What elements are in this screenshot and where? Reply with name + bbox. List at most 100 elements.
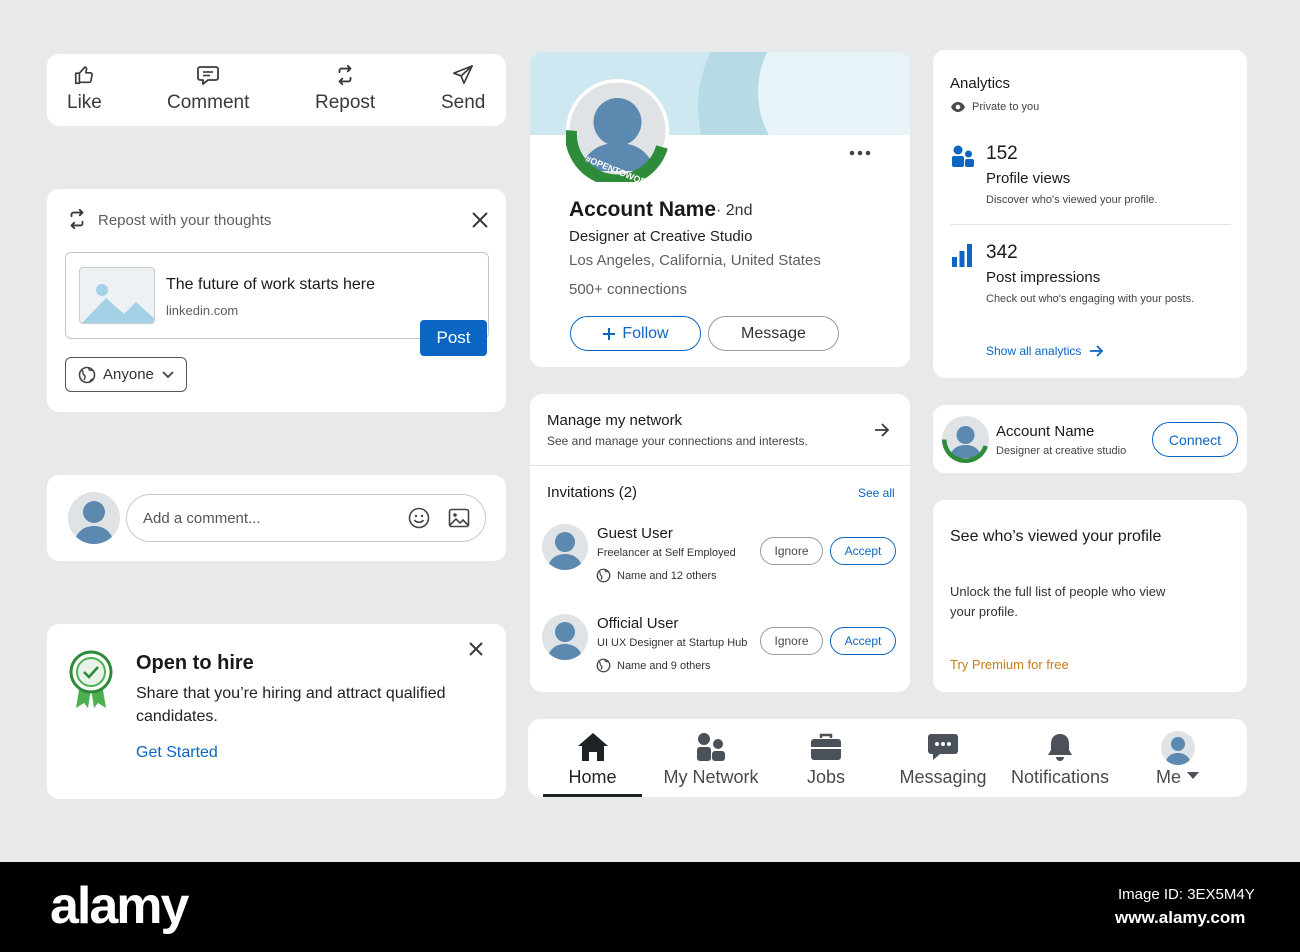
metric-desc: Discover who's viewed your profile. [986,194,1158,206]
emoji-icon[interactable] [408,507,430,529]
my-network-icon [697,733,725,761]
manage-network-row[interactable]: Manage my network See and manage your co… [530,394,910,466]
profile-headline: Designer at Creative Studio [569,228,753,245]
suggestion-name[interactable]: Account Name [996,423,1094,440]
repost-action[interactable]: Repost [315,64,375,114]
nav-me[interactable]: Me [1143,731,1213,788]
profile-name: Account Name [569,198,717,221]
send-action[interactable]: Send [441,64,485,114]
accept-label: Accept [844,634,882,648]
metric-value: 342 [986,242,1018,263]
nav-notifications-label: Notifications [1010,767,1110,787]
image-icon[interactable] [448,507,470,529]
nav-my-network[interactable]: My Network [661,731,761,788]
divider [950,224,1231,225]
chevron-down-icon [162,370,174,378]
profile-photo[interactable]: #OPENTOWORK [566,79,669,182]
invitation-headline: UI UX Designer at Startup Hub [597,637,748,649]
comment-card: Add a comment... [47,475,506,561]
avatar [68,492,120,544]
see-all-link[interactable]: See all [858,486,895,500]
bar-chart-icon [952,244,972,267]
repost-header: Repost with your thoughts [98,212,272,229]
profile-location: Los Angeles, California, United States [569,252,821,269]
arrow-right-icon [1090,345,1104,357]
message-label: Message [741,324,806,342]
post-button[interactable]: Post [420,320,487,356]
comment-input[interactable]: Add a comment... [126,494,486,542]
like-label: Like [67,92,102,113]
metric-desc: Check out who's engaging with your posts… [986,293,1195,305]
network-card: Manage my network See and manage your co… [530,394,910,692]
show-all-analytics-label: Show all analytics [986,344,1082,358]
connect-button[interactable]: Connect [1152,422,1238,457]
analytics-card: Analytics Private to you 152 Profile vie… [933,50,1247,378]
hire-body: Share that you’re hiring and attract qua… [136,685,446,725]
profile-card: #OPENTOWORK Account Name · 2nd Designer … [530,52,910,367]
comment-label: Comment [167,92,250,113]
accept-label: Accept [844,544,882,558]
nav-home[interactable]: Home [543,731,642,788]
hire-title: Open to hire [136,652,254,674]
try-premium-link[interactable]: Try Premium for free [950,657,1069,672]
avatar[interactable] [942,416,989,463]
nav-jobs-label: Jobs [806,767,846,787]
ignore-button[interactable]: Ignore [760,627,823,655]
invitations-heading: Invitations (2) [547,484,638,501]
nav-messaging[interactable]: Messaging [893,731,993,788]
footer-bar: alamy Image ID: 3EX5M4Y www.alamy.com [0,862,1300,952]
comment-icon [197,66,220,85]
image-id: Image ID: 3EX5M4Y [1118,886,1255,903]
analytics-title: Analytics [950,75,1011,92]
message-button[interactable]: Message [708,316,839,351]
eye-icon [951,102,965,112]
nav-jobs[interactable]: Jobs [786,731,866,788]
bottom-nav: Home My Network Jobs Messaging Notificat… [528,719,1247,797]
mutual-connections: Name and 9 others [617,660,711,672]
social-actions-card: Like Comment Repost Send [47,54,506,126]
metric-post-impressions[interactable]: 342 Post impressions Check out who's eng… [986,242,1236,312]
accept-button[interactable]: Accept [830,627,896,655]
nav-home-label: Home [568,767,617,787]
follow-button[interactable]: Follow [570,316,701,351]
open-to-hire-card: Open to hire Share that you’re hiring an… [47,624,506,799]
invitation-name[interactable]: Guest User [597,525,673,542]
comment-placeholder: Add a comment... [143,510,261,527]
award-badge-icon [69,650,113,708]
like-icon [75,66,94,85]
repost-label: Repost [315,92,376,113]
connection-degree: · 2nd [716,202,753,219]
home-icon [577,733,608,761]
like-action[interactable]: Like [67,64,102,114]
plus-icon [603,327,616,340]
globe-icon [596,658,611,673]
show-all-analytics-link[interactable]: Show all analytics [986,344,1105,358]
close-icon[interactable] [468,641,484,657]
invitation-item: Guest User Freelancer at Self Employed N… [530,516,910,588]
nav-my-network-label: My Network [663,767,759,787]
metric-label: Post impressions [986,269,1101,286]
ignore-button[interactable]: Ignore [760,537,823,565]
analytics-privacy: Private to you [972,101,1040,113]
premium-title: See who’s viewed your profile [950,528,1162,545]
invitation-name[interactable]: Official User [597,615,678,632]
more-options-icon[interactable] [849,150,871,156]
avatar[interactable] [542,614,588,660]
preview-title: The future of work starts here [166,276,375,293]
repost-card: Repost with your thoughts The future of … [47,189,506,412]
comment-action[interactable]: Comment [167,64,249,114]
connections-count[interactable]: 500+ connections [569,281,687,298]
accept-button[interactable]: Accept [830,537,896,565]
source-url: www.alamy.com [1115,908,1246,927]
nav-me-label: Me [1155,767,1181,787]
get-started-link[interactable]: Get Started [136,744,218,762]
nav-notifications[interactable]: Notifications [1006,731,1114,788]
avatar[interactable] [542,524,588,570]
suggestion-headline: Designer at creative studio [996,445,1127,457]
connect-label: Connect [1168,431,1222,448]
repost-icon [70,208,84,230]
metric-profile-views[interactable]: 152 Profile views Discover who's viewed … [986,143,1236,213]
audience-selector[interactable]: Anyone [65,357,187,392]
close-icon[interactable] [471,211,489,229]
repost-icon [338,64,352,86]
